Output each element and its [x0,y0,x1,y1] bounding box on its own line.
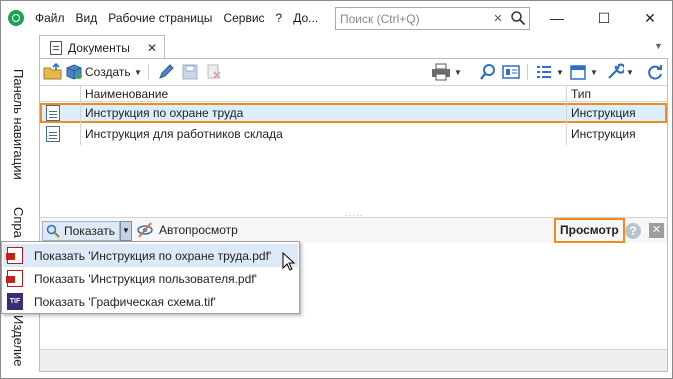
eye-crossed-icon [137,222,153,238]
tab-documents[interactable]: Документы ✕ [39,35,165,59]
create-cube-icon[interactable] [65,63,83,81]
text-document-icon [46,126,60,142]
show-button-label: Показать [64,224,116,238]
search-box: ✕ [335,7,530,30]
row-name: Инструкция для работников склада [85,127,283,141]
side-tab-navigation[interactable]: Панель навигации [11,69,26,180]
row-type: Инструкция [571,106,636,120]
show-button[interactable]: Показать [42,221,120,241]
menu-item-label: Показать 'Графическая схема.tif' [34,295,216,309]
menu-more[interactable]: До... [293,11,318,25]
menu-item-label: Показать 'Инструкция пользователя.pdf' [34,272,257,286]
print-caret-icon[interactable]: ▼ [454,68,462,86]
tab-close-icon[interactable]: ✕ [147,41,157,55]
pdf-icon [6,247,23,264]
help-icon[interactable]: ? [625,223,641,239]
app-logo-icon [8,10,24,26]
table-row[interactable]: Инструкция по охране труда Инструкция [40,103,667,123]
search-clear-icon[interactable]: ✕ [491,12,505,26]
side-tab-reference[interactable]: Спра [11,207,26,238]
autopreview-toggle[interactable]: Автопросмотр [136,222,238,238]
col-separator [80,86,81,103]
print-icon[interactable] [431,63,451,81]
row-type: Инструкция [571,127,636,141]
delete-document-icon[interactable] [205,63,223,81]
column-header-name[interactable]: Наименование [85,87,168,101]
document-icon [50,40,62,55]
close-button[interactable]: ✕ [638,7,662,29]
row-name: Инструкция по охране труда [85,106,244,120]
autopreview-label: Автопросмотр [159,223,238,237]
column-header-type[interactable]: Тип [571,87,591,101]
menu-item-show-user-pdf[interactable]: Показать 'Инструкция пользователя.pdf' [3,267,298,290]
card-view-icon[interactable] [502,63,520,81]
preview-close-icon[interactable]: ✕ [649,223,664,238]
edit-pencil-icon[interactable] [157,63,175,81]
settings-caret-icon[interactable]: ▼ [626,68,634,86]
mouse-cursor-icon [282,252,296,271]
preview-title: Просмотр [554,218,625,243]
toolbar: Создать ▼ ▼ ▼ ▼ ▼ [40,59,667,85]
menu-item-show-safety-pdf[interactable]: Показать 'Инструкция по охране труда.pdf… [3,244,298,267]
list-view-caret-icon[interactable]: ▼ [556,68,564,86]
calendar-caret-icon[interactable]: ▼ [590,68,598,86]
create-button[interactable]: Создать [85,65,131,83]
maximize-button[interactable]: ☐ [592,7,616,29]
col-separator [566,103,567,145]
magnifier-icon [46,224,60,238]
minimize-button[interactable]: — [545,7,569,29]
preview-toolbar: Показать ▼ Автопросмотр Просмотр ? ✕ [40,217,667,243]
toolbar-divider [148,64,149,80]
find-icon[interactable] [479,63,497,81]
create-dropdown-caret-icon[interactable]: ▼ [134,68,142,86]
menu-item-label: Показать 'Инструкция по охране труда.pdf… [34,249,272,263]
show-dropdown-caret-icon[interactable]: ▼ [120,221,132,241]
show-dropdown-menu: Показать 'Инструкция по охране труда.pdf… [1,241,300,314]
search-icon[interactable] [510,10,526,26]
refresh-icon[interactable] [646,63,664,81]
save-disk-icon[interactable] [181,63,199,81]
tab-documents-label: Документы [68,40,130,55]
side-panel: Панель навигации Спра Изделие [1,35,37,378]
menu-view[interactable]: Вид [76,11,98,25]
calendar-icon[interactable] [569,63,587,81]
col-separator [80,103,81,145]
table-row[interactable]: Инструкция для работников склада Инструк… [40,124,667,144]
status-bar [40,349,667,371]
menu-service[interactable]: Сервис [223,11,264,25]
menu-item-show-scheme-tif[interactable]: TIF Показать 'Графическая схема.tif' [3,290,298,313]
side-tab-product[interactable]: Изделие [11,315,26,366]
col-separator [566,86,567,103]
menu-file[interactable]: Файл [35,11,65,25]
menu-help[interactable]: ? [276,11,283,25]
app-window: Файл Вид Рабочие страницы Сервис ? До...… [0,0,673,379]
settings-wrench-icon[interactable] [606,63,624,81]
main-menu: Файл Вид Рабочие страницы Сервис ? До... [35,11,329,25]
tab-overflow-chevron-icon[interactable]: ▼ [654,41,663,51]
pdf-icon [6,270,23,287]
tif-icon: TIF [7,293,23,310]
list-view-icon[interactable] [535,63,553,81]
documents-panel: Создать ▼ ▼ ▼ ▼ ▼ Наименование Тип Инстр… [39,58,668,372]
documents-grid: Наименование Тип Инструкция по охране тр… [40,85,667,209]
title-bar: Файл Вид Рабочие страницы Сервис ? До...… [1,1,672,35]
menu-workpages[interactable]: Рабочие страницы [108,11,212,25]
grid-header: Наименование Тип [40,85,667,103]
search-input[interactable] [336,8,486,29]
folder-up-icon[interactable] [43,63,63,81]
toolbar-divider [527,64,528,80]
text-document-icon [46,105,60,121]
